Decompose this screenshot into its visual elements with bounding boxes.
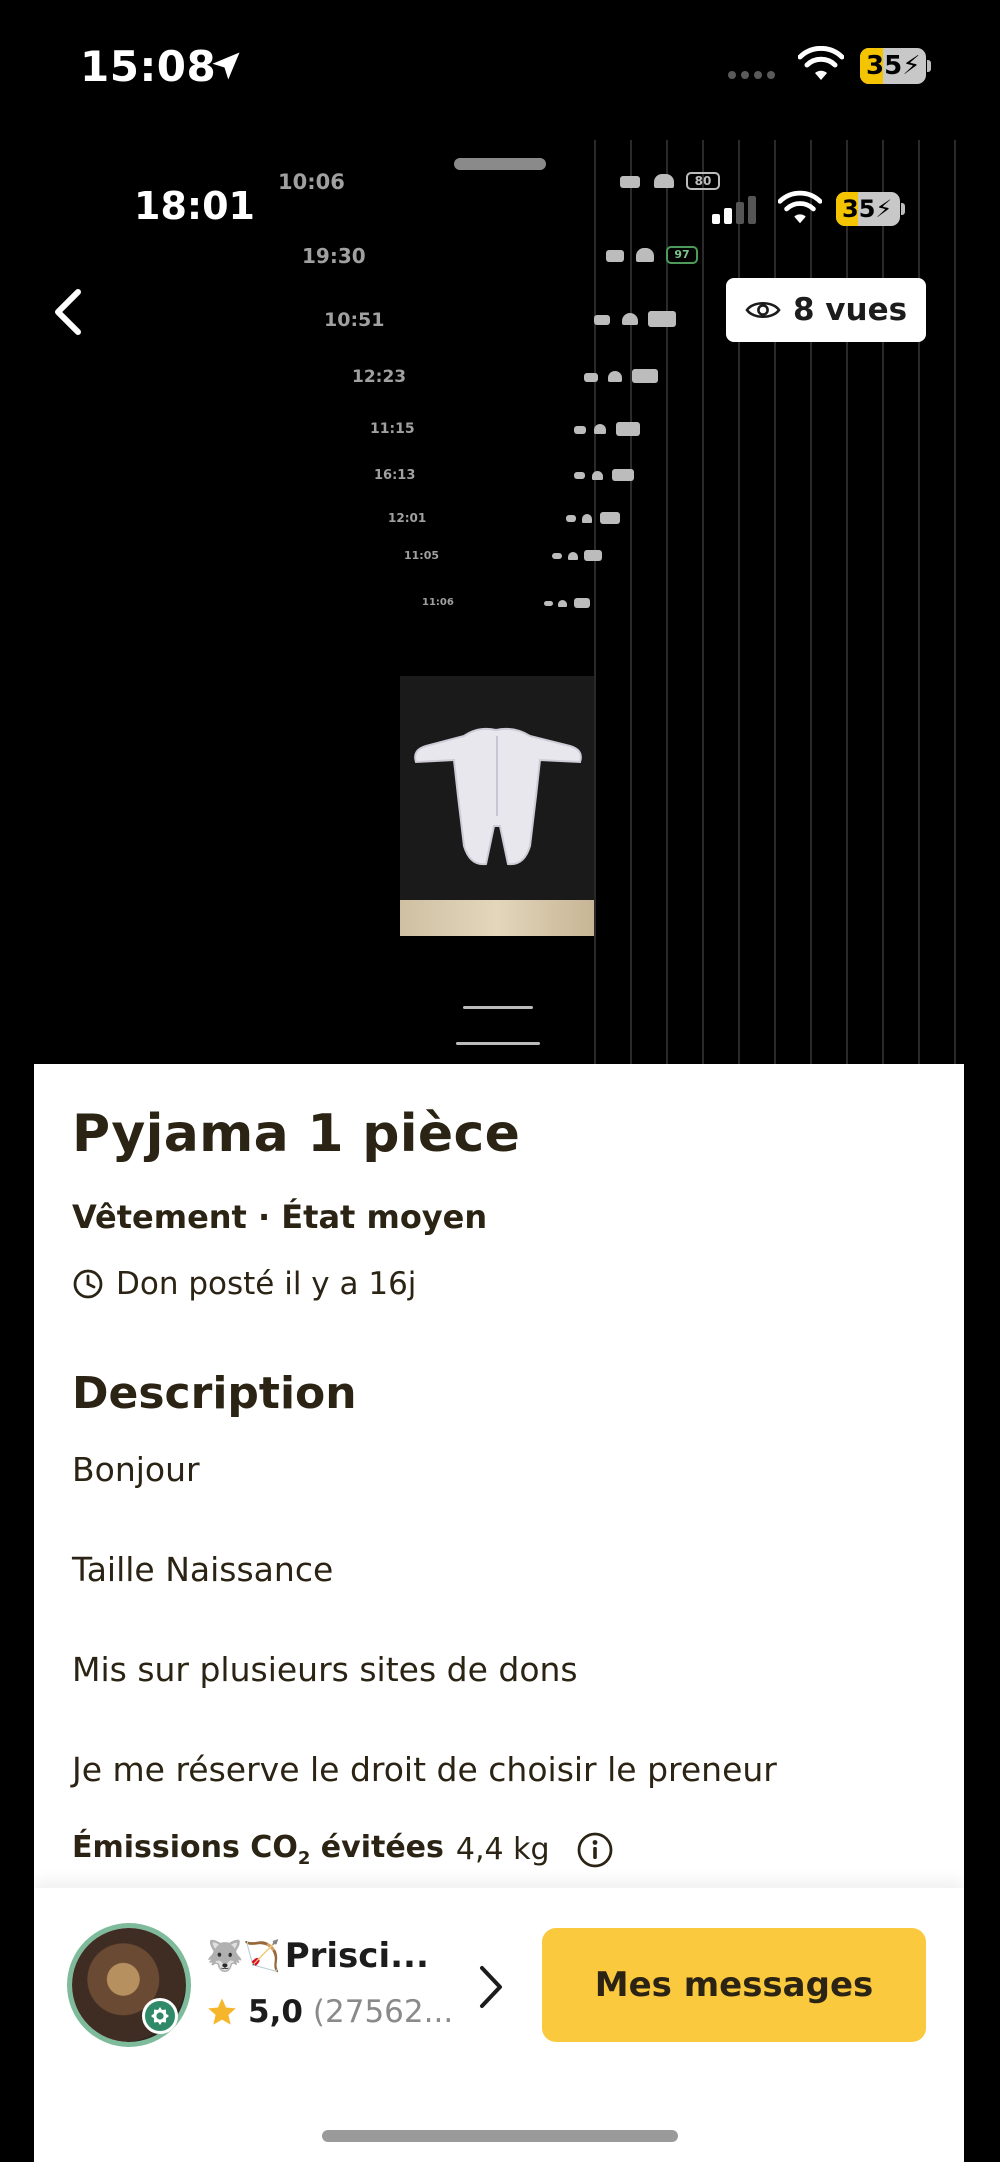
- battery-icon-inner: 35 ⚡: [836, 192, 900, 226]
- description-line: Mis sur plusieurs sites de dons: [72, 1650, 578, 1689]
- user-emoji-icons: 🐺🏹: [206, 1938, 281, 1974]
- listing-title: Pyjama 1 pièce: [72, 1104, 521, 1164]
- photo-handle: [463, 1006, 533, 1009]
- photo-grabber: [454, 158, 546, 170]
- photo-handle: [456, 1042, 540, 1045]
- battery-level: 35: [866, 51, 903, 81]
- views-badge[interactable]: 8 vues: [726, 278, 926, 342]
- user-name[interactable]: 🐺🏹 Prisci...: [206, 1936, 429, 1976]
- home-indicator: [322, 2130, 678, 2142]
- photo-inner-time: 18:01: [134, 184, 255, 228]
- my-messages-button[interactable]: Mes messages: [542, 1928, 926, 2042]
- status-time: 15:08: [80, 42, 217, 91]
- verified-badge-icon: [142, 1998, 178, 2034]
- rating-count: (27562...: [312, 1994, 454, 2030]
- clock-icon: [73, 1269, 103, 1299]
- info-icon[interactable]: [576, 1831, 614, 1869]
- ghost-status-icons: [574, 469, 636, 481]
- battery-tip: [927, 60, 931, 72]
- description-line: Je me réserve le droit de choisir le pre…: [72, 1750, 777, 1789]
- ghost-status-icons: 97: [606, 246, 700, 264]
- rating-score: 5,0: [248, 1994, 303, 2030]
- ghost-status-icons: [594, 311, 678, 327]
- pyjama-thumbnail: [400, 676, 594, 936]
- co2-value: 4,4 kg: [455, 1832, 550, 1867]
- listing-category-condition: Vêtement · État moyen: [72, 1198, 488, 1236]
- ghost-time: 19:30: [302, 244, 366, 268]
- ghost-time: 10:06: [278, 170, 345, 194]
- views-count: 8 vues: [792, 292, 908, 328]
- ghost-time: 10:51: [324, 309, 385, 331]
- ghost-time: 12:01: [388, 511, 427, 525]
- ghost-status-icons: [566, 512, 624, 524]
- posted-info: Don posté il y a 16j: [72, 1266, 416, 1302]
- ghost-status-icons: [574, 422, 642, 436]
- ghost-status-icons: [552, 550, 606, 561]
- battery-icon: 35 ⚡: [860, 48, 926, 84]
- description-line: Taille Naissance: [72, 1550, 334, 1589]
- battery-tip-inner: [901, 203, 905, 215]
- description-line: Bonjour: [72, 1450, 200, 1489]
- co2-savings: Émissions CO2 évitées 4,4 kg: [72, 1830, 614, 1869]
- pyjama-image: [414, 727, 582, 866]
- wifi-icon-inner: [778, 190, 822, 224]
- ghost-time: 12:23: [352, 367, 407, 387]
- star-icon: [208, 1998, 236, 2025]
- chevron-right-icon[interactable]: [476, 1962, 506, 2012]
- co2-label: Émissions CO2 évitées: [72, 1830, 444, 1869]
- eye-icon: [745, 301, 781, 319]
- user-rating: 5,0 (27562...: [206, 1994, 453, 2030]
- ghost-time: 11:05: [404, 549, 440, 562]
- signal-bars-icon: [712, 196, 756, 224]
- ghost-time: 11:06: [422, 597, 454, 608]
- ghost-status-icons: [544, 598, 594, 608]
- user-name-text: Prisci...: [284, 1936, 429, 1976]
- ghost-battery: 80: [686, 172, 720, 190]
- wifi-icon: [798, 46, 844, 80]
- ghost-battery: 97: [666, 246, 698, 264]
- back-chevron-icon[interactable]: [44, 284, 90, 340]
- ghost-time: 16:13: [374, 468, 416, 483]
- inner-battery-level: 35: [842, 195, 876, 223]
- ghost-status-icons: 80: [620, 172, 720, 190]
- posted-text: Don posté il y a 16j: [116, 1266, 417, 1302]
- location-arrow-icon: [212, 52, 240, 80]
- ghost-status-icons: [584, 369, 660, 383]
- signal-dots-icon: [728, 64, 780, 83]
- ghost-time: 11:15: [370, 421, 415, 437]
- description-heading: Description: [72, 1368, 357, 1419]
